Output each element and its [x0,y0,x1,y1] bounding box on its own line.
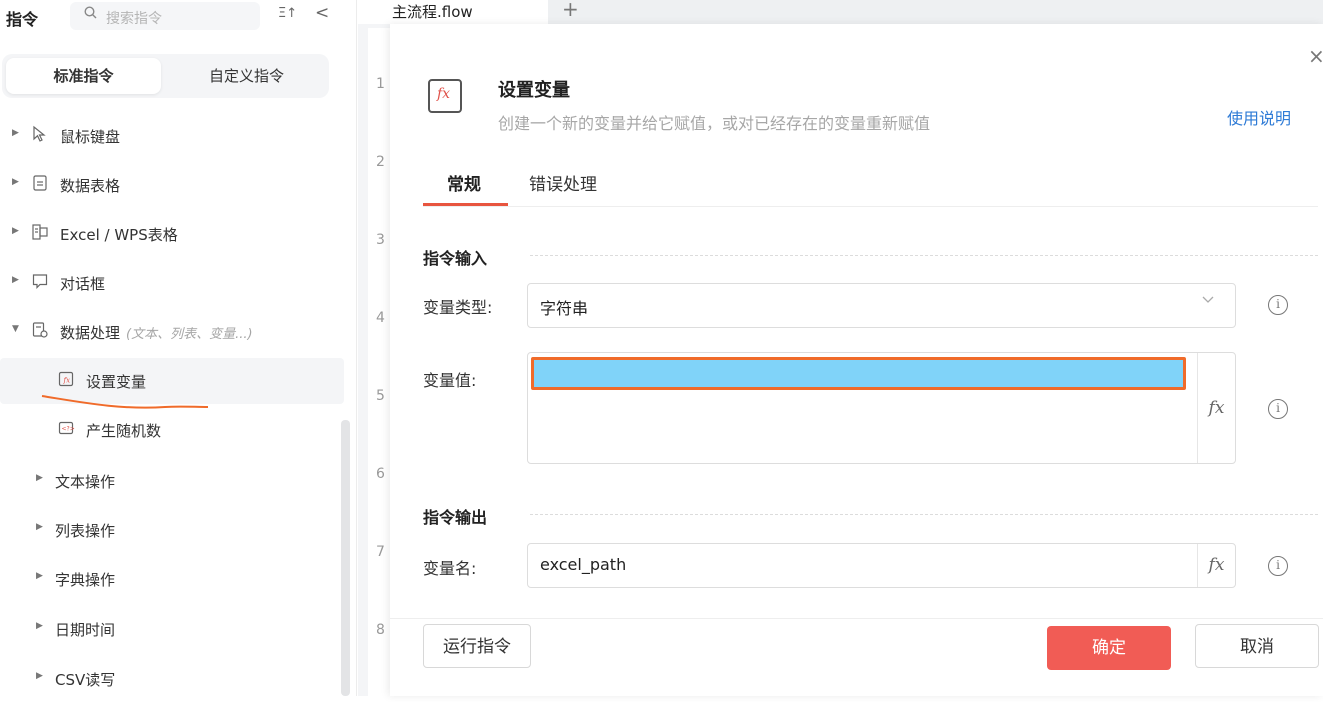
section-title-input: 指令输入 [423,249,488,268]
tree-item-random-number[interactable]: <?> 产生随机数 [0,407,344,453]
command-panel-header: 指令 搜索指令 Ξ↑ < [0,0,357,34]
tree-item-data-processing[interactable]: ▼ 数据处理 (文本、列表、变量...) [0,309,344,355]
line-number: 8 [376,622,385,638]
document-icon [31,174,49,192]
data-process-icon [31,321,49,339]
tree-item-text-ops[interactable]: ▶ 文本操作 [0,458,344,504]
info-icon[interactable]: i [1268,295,1288,315]
tree-item-hint: (文本、列表、变量...) [126,327,253,342]
tree-item-csv[interactable]: ▶ CSV读写 [0,656,344,702]
expand-caret-icon: ▶ [36,671,43,681]
var-value-highlight[interactable] [531,357,1186,390]
set-variable-dialog: × fx 设置变量 创建一个新的变量并给它赋值，或对已经存在的变量重新赋值 使用… [390,24,1323,696]
var-type-label: 变量类型: [423,298,493,317]
expand-caret-icon: ▶ [12,226,19,236]
command-panel: 指令 搜索指令 Ξ↑ < 标准指令 自定义指令 ▶ 鼠标键盘 ▶ 数据表格 ▶ … [0,0,357,696]
command-type-switch: 标准指令 自定义指令 [2,54,329,98]
var-name-input[interactable]: excel_path fx [527,543,1236,588]
collapse-panel-icon[interactable]: < [315,3,329,23]
search-input[interactable]: 搜索指令 [70,2,260,30]
section-divider [530,255,1318,256]
line-number: 7 [376,544,385,560]
confirm-button[interactable]: 确定 [1047,626,1171,670]
editor-tabbar: 主流程.flow + [358,0,1323,24]
dialog-icon [31,272,49,290]
svg-text:<?>: <?> [62,426,75,433]
tab-general[interactable]: 常规 [447,170,481,195]
add-tab-icon[interactable]: + [562,0,579,21]
dialog-title: 设置变量 [498,80,570,101]
chevron-down-icon [1201,292,1215,310]
var-type-select[interactable]: 字符串 [527,283,1236,328]
tree-item-datetime[interactable]: ▶ 日期时间 [0,606,344,652]
expand-caret-icon: ▶ [36,571,43,581]
tree-item-dict-ops[interactable]: ▶ 字典操作 [0,556,344,602]
section-divider [530,514,1318,515]
search-placeholder: 搜索指令 [106,11,162,27]
info-icon[interactable]: i [1268,556,1288,576]
tab-error-handling[interactable]: 错误处理 [529,170,597,195]
var-name-value: excel_path [540,555,627,574]
close-icon[interactable]: × [1308,44,1323,68]
line-number: 4 [376,310,385,326]
var-name-label: 变量名: [423,559,477,578]
tab-custom-commands[interactable]: 自定义指令 [169,58,324,94]
tree-item-list-ops[interactable]: ▶ 列表操作 [0,507,344,553]
search-icon [84,6,97,23]
dialog-tabs: 常规 错误处理 [423,162,1318,207]
var-value-label: 变量值: [423,371,477,390]
tree-item-dialog[interactable]: ▶ 对话框 [0,260,344,306]
section-title-output: 指令输出 [423,508,488,527]
random-icon: <?> [57,419,75,437]
dialog-description: 创建一个新的变量并给它赋值，或对已经存在的变量重新赋值 [498,114,931,133]
line-number: 5 [376,388,385,404]
expand-caret-icon: ▶ [12,275,19,285]
tab-standard-commands[interactable]: 标准指令 [6,58,161,94]
expression-fx-button[interactable]: fx [1197,544,1235,587]
tab-label: 主流程.flow [392,3,473,21]
expression-fx-button[interactable]: fx [1197,353,1235,463]
expand-caret-icon: ▶ [36,621,43,631]
expand-caret-icon: ▶ [36,473,43,483]
sidebar-scrollbar[interactable] [341,420,350,696]
line-number: 2 [376,154,385,170]
sort-icon[interactable]: Ξ↑ [278,6,297,21]
info-icon[interactable]: i [1268,399,1288,419]
help-link[interactable]: 使用说明 [1227,105,1291,129]
run-command-button[interactable]: 运行指令 [423,624,531,668]
tree-item-mouse-keyboard[interactable]: ▶ 鼠标键盘 [0,113,344,159]
line-number: 1 [376,76,385,92]
svg-text:fx: fx [63,377,71,385]
tab-main-flow[interactable]: 主流程.flow [358,0,548,24]
tree-item-excel-wps[interactable]: ▶ Excel / WPS表格 [0,211,344,257]
line-number: 3 [376,232,385,248]
var-type-value: 字符串 [540,299,589,318]
panel-title: 指令 [6,10,39,29]
footer-divider [390,618,1323,619]
line-number: 6 [376,466,385,482]
tree-item-label: 数据处理 [60,324,121,342]
collapse-caret-icon: ▼ [12,324,19,334]
set-variable-icon: fx [57,370,75,388]
expand-caret-icon: ▶ [12,128,19,138]
function-icon: fx [428,79,462,113]
cancel-button[interactable]: 取消 [1195,624,1319,668]
tree-item-data-table[interactable]: ▶ 数据表格 [0,162,344,208]
cursor-icon [31,125,49,143]
expand-caret-icon: ▶ [12,177,19,187]
active-tab-indicator [423,203,508,206]
excel-icon [31,223,49,241]
expand-caret-icon: ▶ [36,522,43,532]
